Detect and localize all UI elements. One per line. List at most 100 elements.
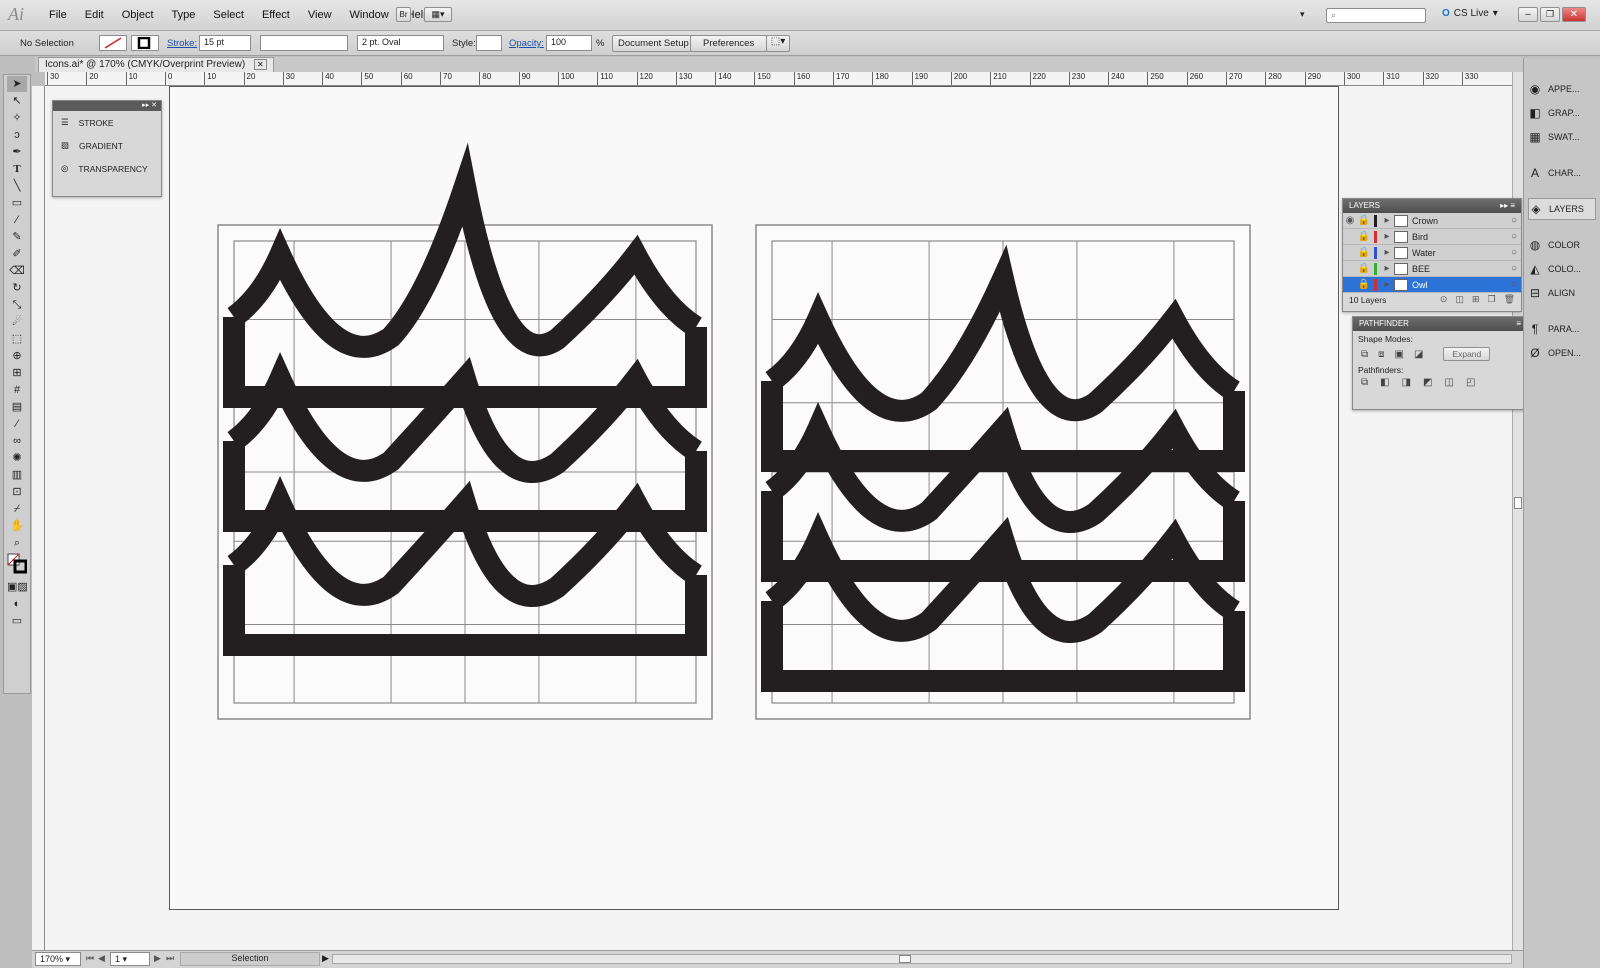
expand-layer-icon[interactable]: ▸: [1380, 279, 1394, 291]
workspace-dropdown[interactable]: ▾: [1300, 9, 1305, 20]
canvas-area[interactable]: [45, 86, 1512, 950]
magic-wand-tool-icon[interactable]: ✧: [7, 110, 27, 126]
target-icon[interactable]: ○: [1507, 247, 1521, 259]
line-tool-icon[interactable]: ╲: [7, 178, 27, 194]
menu-edit[interactable]: Edit: [76, 9, 113, 21]
gradient-tool-icon[interactable]: ▤: [7, 399, 27, 415]
lock-icon[interactable]: 🔒: [1357, 247, 1371, 259]
expand-layer-icon[interactable]: ▸: [1380, 247, 1394, 259]
create-sublayer-icon[interactable]: ⊞: [1472, 294, 1480, 305]
direct-selection-tool-icon[interactable]: ↖: [7, 93, 27, 109]
h-scroll-thumb[interactable]: [899, 955, 911, 963]
expand-layer-icon[interactable]: ▸: [1380, 231, 1394, 243]
rotate-tool-icon[interactable]: ↻: [7, 280, 27, 296]
fill-stroke-icon[interactable]: [7, 552, 28, 578]
close-window-button[interactable]: ✕: [1562, 7, 1586, 22]
dock-color-guide[interactable]: ◭ COLO...: [1528, 258, 1596, 280]
layer-row[interactable]: 🔒 ▸ BEE ○: [1343, 261, 1521, 277]
menu-type[interactable]: Type: [163, 9, 205, 21]
arrange-documents-button[interactable]: ▦▾: [424, 7, 452, 22]
status-menu-icon[interactable]: ▶: [322, 953, 329, 964]
new-layer-icon[interactable]: ❐: [1487, 294, 1495, 305]
hand-tool-icon[interactable]: ✋: [7, 518, 27, 534]
unite-icon[interactable]: ⧉: [1361, 349, 1368, 360]
cs-live-menu[interactable]: O CS Live ▾: [1442, 8, 1498, 19]
perspective-grid-tool-icon[interactable]: ⊞: [7, 365, 27, 381]
make-clipping-mask-icon[interactable]: ◫: [1455, 294, 1464, 305]
drawing-mode-icon[interactable]: ◐: [7, 596, 27, 612]
merge-icon[interactable]: ◨: [1402, 377, 1411, 388]
pencil-tool-icon[interactable]: ✎: [7, 229, 27, 245]
outline-icon[interactable]: ◫: [1445, 377, 1454, 388]
pen-tool-icon[interactable]: ✒: [7, 144, 27, 160]
dock-align[interactable]: ⊟ ALIGN: [1528, 282, 1596, 304]
eyedropper-tool-icon[interactable]: ⁄: [7, 416, 27, 432]
rectangle-tool-icon[interactable]: ▭: [7, 195, 27, 211]
lock-icon[interactable]: 🔒: [1357, 215, 1371, 227]
minus-front-icon[interactable]: ⧈: [1378, 349, 1384, 360]
panel-item-gradient[interactable]: ▨ GRADIENT: [53, 134, 161, 157]
preferences-button[interactable]: Preferences: [690, 35, 768, 52]
locate-object-icon[interactable]: ⊙: [1440, 294, 1448, 305]
target-icon[interactable]: ○: [1507, 263, 1521, 275]
search-field[interactable]: ⌕: [1326, 8, 1426, 23]
visibility-eye-icon[interactable]: [1343, 231, 1357, 243]
brush-definition-field[interactable]: 2 pt. Oval: [357, 35, 444, 51]
variable-width-profile[interactable]: [260, 35, 348, 51]
target-icon[interactable]: ○: [1507, 279, 1521, 291]
document-setup-button[interactable]: Document Setup: [612, 35, 695, 52]
lock-icon[interactable]: 🔒: [1357, 263, 1371, 275]
dock-paragraph[interactable]: ¶ PARA...: [1528, 318, 1596, 340]
eraser-tool-icon[interactable]: ⌫: [7, 263, 27, 279]
warp-tool-icon[interactable]: ☄: [7, 314, 27, 330]
trim-icon[interactable]: ◧: [1380, 377, 1389, 388]
selection-tool-icon[interactable]: ➤: [7, 76, 27, 92]
fill-swatch[interactable]: [99, 35, 127, 51]
paintbrush-tool-icon[interactable]: ∕: [7, 212, 27, 228]
lock-icon[interactable]: 🔒: [1357, 231, 1371, 243]
document-tab[interactable]: Icons.ai* @ 170% (CMYK/Overprint Preview…: [38, 57, 274, 72]
divide-icon[interactable]: ⧉: [1361, 377, 1368, 388]
close-tab-icon[interactable]: ✕: [254, 59, 267, 70]
free-transform-tool-icon[interactable]: ⬚: [7, 331, 27, 347]
dock-appearance[interactable]: ◉ APPE...: [1528, 78, 1596, 100]
exclude-icon[interactable]: ◪: [1414, 349, 1423, 360]
panel-menu-icon[interactable]: ▸▸ ≡: [1500, 201, 1515, 211]
dock-color[interactable]: ◍ COLOR: [1528, 234, 1596, 256]
visibility-eye-icon[interactable]: [1343, 263, 1357, 275]
panel-item-transparency[interactable]: ◎ TRANSPARENCY: [53, 157, 161, 180]
opacity-field[interactable]: 100: [546, 35, 592, 51]
expand-button[interactable]: Expand: [1443, 347, 1491, 361]
crop-icon[interactable]: ◩: [1423, 377, 1432, 388]
minimize-button[interactable]: –: [1518, 7, 1538, 22]
slice-tool-icon[interactable]: ⌿: [7, 501, 27, 517]
symbol-sprayer-tool-icon[interactable]: ✺: [7, 450, 27, 466]
delete-layer-icon[interactable]: 🗑: [1504, 294, 1515, 305]
lock-icon[interactable]: 🔒: [1357, 279, 1371, 291]
expand-layer-icon[interactable]: ▸: [1380, 263, 1394, 275]
blend-tool-icon[interactable]: ∞: [7, 433, 27, 449]
visibility-eye-icon[interactable]: ◉: [1343, 215, 1357, 227]
color-mode-icon[interactable]: ▣▨: [7, 579, 28, 595]
dock-layers[interactable]: ◈ LAYERS: [1528, 198, 1596, 220]
scale-tool-icon[interactable]: ⤡: [7, 297, 27, 313]
layer-row[interactable]: 🔒 ▸ Owl ○: [1343, 277, 1521, 293]
bridge-button[interactable]: Br: [396, 7, 411, 22]
type-tool-icon[interactable]: T: [7, 161, 27, 177]
next-page-icon[interactable]: ▶: [154, 953, 161, 964]
graph-tool-icon[interactable]: ▥: [7, 467, 27, 483]
dock-graphic-styles[interactable]: ◧ GRAP...: [1528, 102, 1596, 124]
shape-builder-tool-icon[interactable]: ⊕: [7, 348, 27, 364]
screen-mode-icon[interactable]: ▭: [7, 613, 27, 629]
restore-button[interactable]: ❐: [1540, 7, 1560, 22]
stroke-label[interactable]: Stroke:: [167, 38, 197, 49]
collapse-icon[interactable]: ▸▸: [142, 102, 149, 109]
current-tool-status[interactable]: Selection: [180, 952, 320, 966]
expand-layer-icon[interactable]: ▸: [1380, 215, 1394, 227]
dock-character[interactable]: A CHAR...: [1528, 162, 1596, 184]
pathfinder-menu-icon[interactable]: ≡: [1516, 319, 1521, 329]
menu-view[interactable]: View: [299, 9, 341, 21]
layer-row[interactable]: 🔒 ▸ Water ○: [1343, 245, 1521, 261]
graphic-style-swatch[interactable]: [476, 35, 502, 51]
last-page-icon[interactable]: ⏭: [166, 953, 174, 964]
